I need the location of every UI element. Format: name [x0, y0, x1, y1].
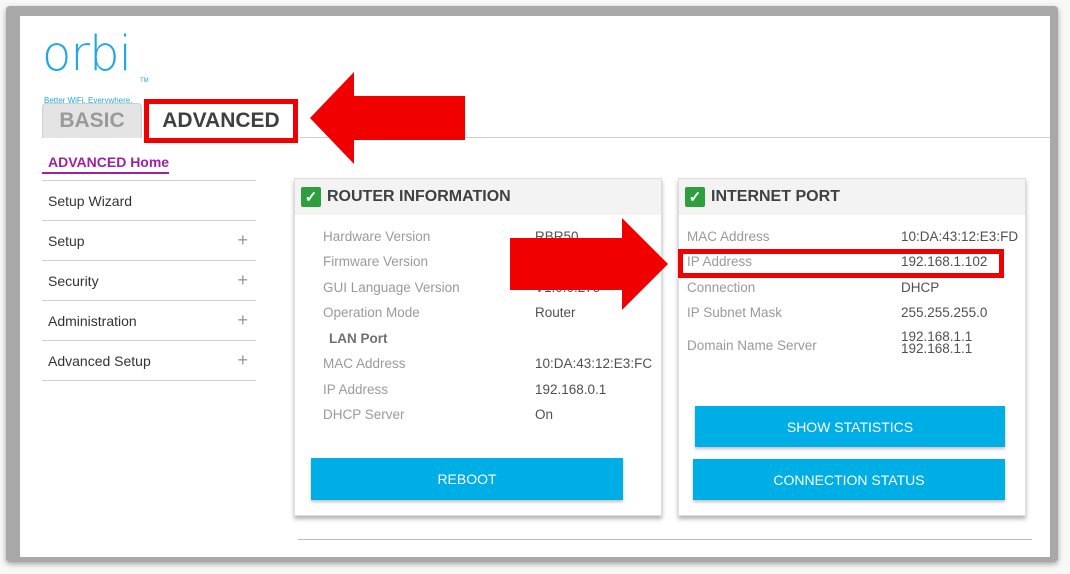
router-information-header: ✓ ROUTER INFORMATION: [295, 179, 661, 215]
ip-address-highlight: [678, 249, 1004, 278]
internet-port-header: ✓ INTERNET PORT: [679, 179, 1025, 215]
lan-ip-address-value: 192.168.0.1: [535, 382, 607, 397]
operation-mode-label: Operation Mode: [323, 305, 420, 320]
subnet-mask-value: 255.255.255.0: [901, 305, 988, 320]
sidebar-item-advanced-home[interactable]: ADVANCED Home: [42, 154, 170, 174]
logo-trademark: TM: [140, 78, 149, 84]
check-icon: ✓: [685, 187, 705, 207]
connection-value: DHCP: [901, 280, 940, 295]
sidebar-item-administration[interactable]: Administration +: [42, 300, 256, 340]
dhcp-server-label: DHCP Server: [323, 407, 405, 422]
left-arrow-annotation: [310, 72, 465, 164]
right-arrow-annotation: [510, 218, 668, 310]
tab-basic[interactable]: BASIC: [42, 103, 142, 138]
sidebar-item-label: Advanced Setup: [48, 352, 151, 369]
router-admin-page: orbi TM Better WiFi. Everywhere. BASIC A…: [20, 16, 1050, 557]
right-arrow-shape: [510, 218, 668, 310]
lan-ip-address-label: IP Address: [323, 382, 389, 397]
expand-plus-icon[interactable]: +: [237, 350, 248, 371]
wan-mac-address-value: 10:DA:43:12:E3:FD: [901, 229, 1019, 244]
sidebar-item-security[interactable]: Security +: [42, 260, 256, 300]
sidebar-item-setup-wizard[interactable]: Setup Wizard: [42, 180, 256, 220]
connection-label: Connection: [687, 280, 756, 295]
footer-divider: [298, 539, 1032, 540]
dhcp-server-value: On: [535, 407, 554, 422]
sidebar-nav: ADVANCED Home Setup Wizard Setup + Secur…: [42, 154, 256, 381]
wan-mac-address-label: MAC Address: [687, 229, 770, 244]
reboot-button[interactable]: REBOOT: [311, 458, 623, 500]
sidebar-item-label: Security: [48, 272, 99, 289]
sidebar-item-setup[interactable]: Setup +: [42, 220, 256, 260]
lan-mac-address-label: MAC Address: [323, 356, 406, 371]
check-icon: ✓: [301, 187, 321, 207]
dns-label: Domain Name Server: [687, 338, 817, 353]
firmware-version-label: Firmware Version: [323, 254, 429, 269]
show-statistics-button[interactable]: SHOW STATISTICS: [695, 406, 1005, 447]
expand-plus-icon[interactable]: +: [237, 230, 248, 251]
card-title: INTERNET PORT: [711, 188, 840, 205]
dns-values: 192.168.1.1 192.168.1.1: [901, 330, 973, 356]
lan-mac-address-value: 10:DA:43:12:E3:FC: [535, 356, 653, 371]
dns-secondary-value: 192.168.1.1: [901, 341, 973, 356]
expand-plus-icon[interactable]: +: [237, 270, 248, 291]
logo-wordmark: orbi: [42, 26, 132, 82]
hardware-version-label: Hardware Version: [323, 229, 431, 244]
sidebar-item-advanced-setup[interactable]: Advanced Setup +: [42, 340, 256, 381]
orbi-logo: orbi TM Better WiFi. Everywhere.: [42, 26, 149, 105]
connection-status-button[interactable]: CONNECTION STATUS: [693, 459, 1005, 500]
sidebar-item-label: Setup Wizard: [48, 192, 133, 209]
tab-advanced[interactable]: ADVANCED: [144, 99, 298, 143]
internet-port-card: ✓ INTERNET PORT MAC Address 10:DA:43:12:…: [678, 178, 1026, 516]
sidebar-item-label: Administration: [48, 312, 137, 329]
lan-port-heading: LAN Port: [329, 331, 388, 346]
expand-plus-icon[interactable]: +: [237, 310, 248, 331]
gui-language-version-label: GUI Language Version: [323, 280, 460, 295]
left-arrow-shape: [310, 72, 465, 164]
subnet-mask-label: IP Subnet Mask: [687, 305, 783, 320]
sidebar-item-label: Setup: [48, 232, 85, 249]
card-title: ROUTER INFORMATION: [327, 188, 511, 205]
